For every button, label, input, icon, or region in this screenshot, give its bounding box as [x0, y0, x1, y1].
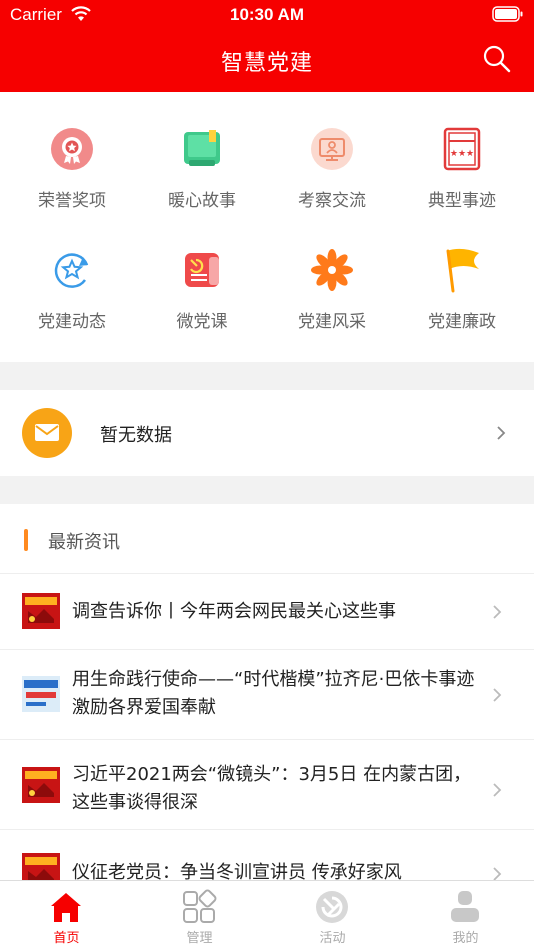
- status-bar: Carrier 10:30 AM: [0, 0, 534, 30]
- certificate-icon: ★★★: [443, 127, 481, 171]
- grid-item-honors[interactable]: 荣誉奖项: [7, 126, 137, 236]
- party-emblem-icon: [316, 891, 348, 923]
- news-thumbnail: [22, 767, 60, 803]
- feature-grid: 荣誉奖项 暖心故事 考察交流 ★★★ 典型事迹 党建动态 微党课 党建风采 党建…: [0, 92, 534, 362]
- news-title: 仪征老党员：争当冬训宣讲员 传承好家风: [72, 862, 402, 880]
- notice-text: 暂无数据: [100, 425, 172, 446]
- grid-label: 暖心故事: [168, 191, 236, 211]
- news-title: 习近平2021两会“微镜头”：3月5日 在内蒙古团，这些事谈得很深: [72, 764, 472, 813]
- grid-label: 党建廉政: [428, 312, 496, 332]
- tab-mine[interactable]: 我的: [399, 881, 532, 950]
- news-item[interactable]: 仪征老党员：争当冬训宣讲员 传承好家风: [0, 830, 534, 880]
- chevron-right-icon: [493, 867, 502, 880]
- news-title: 调查告诉你丨今年两会网民最关心这些事: [72, 601, 396, 622]
- news-item[interactable]: 习近平2021两会“微镜头”：3月5日 在内蒙古团，这些事谈得很深: [0, 740, 534, 830]
- tab-label: 活动: [319, 931, 346, 946]
- search-icon[interactable]: [482, 44, 512, 74]
- grid-label: 考察交流: [298, 191, 366, 211]
- grid-item-micro-class[interactable]: 微党课: [137, 247, 267, 357]
- section-marker: [24, 529, 28, 551]
- grid-item-party-style[interactable]: 党建风采: [267, 247, 397, 357]
- news-thumbnail: [22, 593, 60, 629]
- tab-label: 我的: [452, 931, 479, 946]
- chevron-right-icon: [493, 605, 502, 619]
- tab-activity[interactable]: 活动: [266, 881, 399, 950]
- grid-item-integrity[interactable]: 党建廉政: [397, 247, 527, 357]
- user-icon: [451, 891, 479, 922]
- flag-icon: [446, 248, 479, 293]
- refresh-star-icon: [54, 253, 89, 288]
- grid-label: 党建风采: [298, 312, 366, 332]
- tab-bar: 首页 管理 活动 我的: [0, 880, 534, 950]
- news-header: 最新资讯: [0, 504, 534, 574]
- chevron-right-icon: [493, 783, 502, 797]
- grid-label: 党建动态: [38, 312, 106, 332]
- tab-label: 首页: [53, 931, 80, 946]
- app-header: Carrier 10:30 AM 智慧党建: [0, 0, 534, 92]
- tab-manage[interactable]: 管理: [133, 881, 266, 950]
- news-thumbnail: [22, 853, 60, 880]
- grid-label: 荣誉奖项: [38, 191, 106, 211]
- news-title: 用生命践行使命——“时代楷模”拉齐尼·巴依卡事迹激励各界爱国奉献: [72, 669, 475, 718]
- flower-icon: [311, 249, 353, 291]
- grid-item-examples[interactable]: ★★★ 典型事迹: [397, 126, 527, 236]
- home-icon: [51, 893, 81, 922]
- news-item[interactable]: 调查告诉你丨今年两会网民最关心这些事: [0, 574, 534, 650]
- notice-row[interactable]: 暂无数据: [0, 390, 534, 476]
- grid-label: 微党课: [176, 312, 228, 332]
- grid-item-party-news[interactable]: 党建动态: [7, 247, 137, 357]
- news-item[interactable]: 用生命践行使命——“时代楷模”拉齐尼·巴依卡事迹激励各界爱国奉献: [0, 650, 534, 740]
- medal-icon: [51, 128, 93, 170]
- grid-item-stories[interactable]: 暖心故事: [137, 126, 267, 236]
- grid-item-exchange[interactable]: 考察交流: [267, 126, 397, 236]
- party-scroll-icon: [185, 253, 219, 287]
- page-title: 智慧党建: [220, 51, 313, 76]
- grid-apps-icon: [183, 889, 217, 923]
- news-section: 最新资讯 调查告诉你丨今年两会网民最关心这些事 用生命践行使命——“时代楷模”拉…: [0, 504, 534, 880]
- book-icon: [184, 130, 220, 166]
- chevron-right-icon: [493, 688, 502, 702]
- tab-home[interactable]: 首页: [0, 881, 133, 950]
- envelope-icon: [35, 424, 59, 441]
- monitor-person-icon: [311, 128, 353, 170]
- tab-label: 管理: [186, 931, 213, 946]
- news-thumbnail: [22, 676, 60, 712]
- grid-label: 典型事迹: [428, 191, 496, 211]
- chevron-right-icon: [497, 426, 506, 440]
- battery-icon: [492, 6, 523, 22]
- clock: 10:30 AM: [229, 5, 304, 24]
- section-title: 最新资讯: [48, 532, 120, 553]
- svg-text:★★★: ★★★: [450, 149, 474, 159]
- mail-badge: [22, 408, 72, 458]
